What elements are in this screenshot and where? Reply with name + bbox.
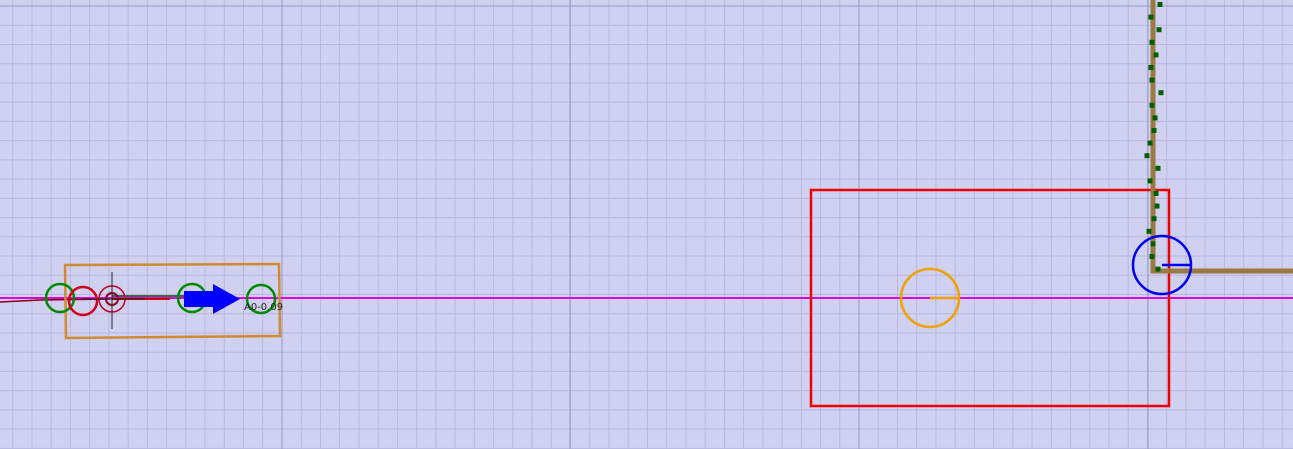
track-point — [1154, 203, 1160, 209]
track-point — [1157, 2, 1163, 7]
arrow-right-icon — [184, 284, 240, 314]
track-point — [1153, 52, 1159, 58]
track-point — [1147, 178, 1153, 184]
track-point — [1156, 27, 1162, 33]
track-point — [1148, 14, 1154, 20]
track-point — [1146, 228, 1152, 234]
track-point — [1155, 165, 1161, 171]
simulation-canvas[interactable]: A0-0.09 — [0, 0, 1293, 449]
track-point — [1155, 266, 1161, 272]
track-point — [1151, 216, 1157, 222]
track-point — [1149, 39, 1155, 45]
track-point — [1158, 90, 1164, 96]
track-point — [1149, 77, 1155, 83]
track-point — [1149, 254, 1155, 259]
vehicle-label: A0-0.09 — [244, 302, 283, 313]
crosshair-icon — [82, 272, 145, 329]
track-point — [1148, 65, 1154, 70]
track-point — [1151, 128, 1157, 133]
track-point — [1152, 115, 1158, 121]
track-point — [1144, 153, 1150, 159]
track-point — [1153, 191, 1159, 196]
grid — [0, 0, 1293, 449]
track-path — [1150, 0, 1293, 274]
track-point — [1147, 140, 1153, 146]
track-point — [1149, 102, 1155, 108]
track-point — [1150, 241, 1156, 247]
